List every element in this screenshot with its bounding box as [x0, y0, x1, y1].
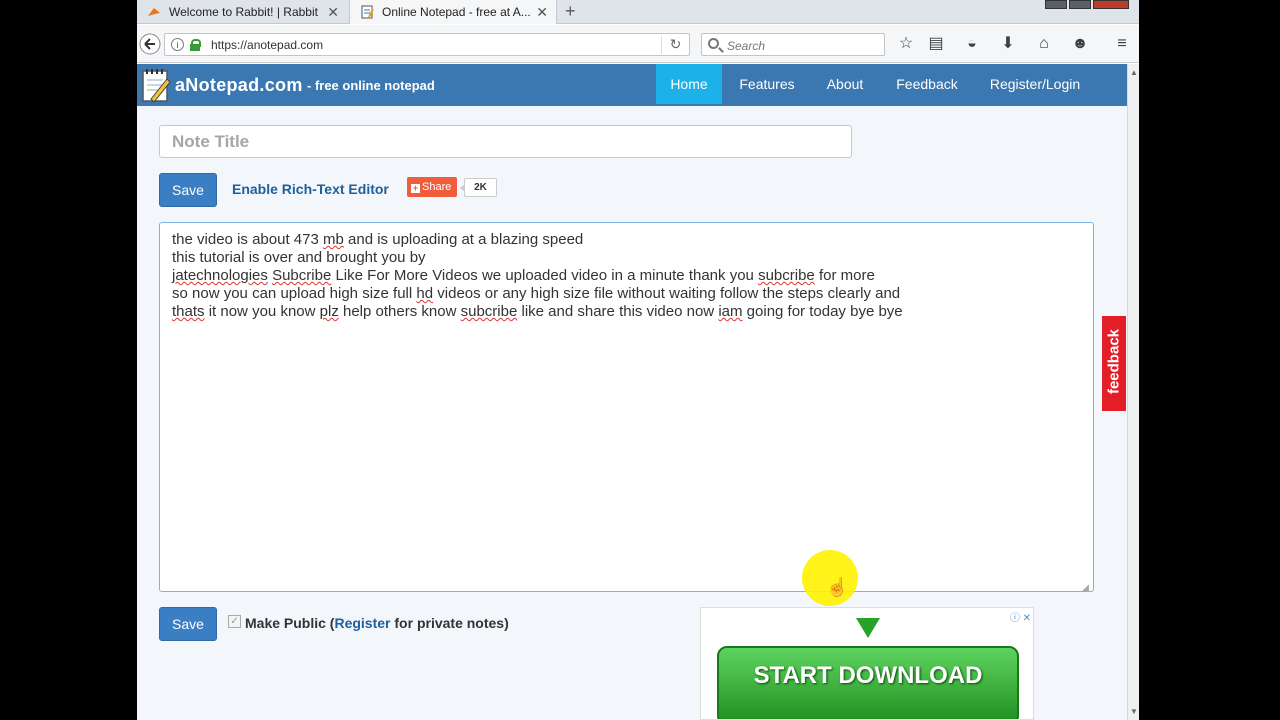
close-tab-icon[interactable]: ✕ [536, 4, 548, 21]
site-tagline: - free online notepad [307, 78, 435, 93]
bookmark-star-icon[interactable]: ☆ [895, 33, 917, 55]
scroll-up-icon[interactable]: ▲ [1130, 68, 1138, 77]
maximize-button[interactable] [1069, 0, 1091, 9]
save-button[interactable]: Save [159, 173, 217, 207]
tab-online-notepad[interactable]: Online Notepad - free at A... ✕ [349, 0, 557, 24]
search-placeholder: Search [727, 39, 766, 53]
rabbit-favicon-icon [147, 5, 161, 19]
close-window-button[interactable] [1093, 0, 1129, 9]
pocket-icon[interactable]: ◒ [961, 33, 983, 55]
hamburger-menu-icon[interactable]: ≡ [1111, 33, 1133, 55]
info-icon[interactable]: i [171, 38, 184, 51]
window-controls [1045, 0, 1129, 10]
site-logo[interactable]: aNotepad.com [175, 75, 303, 96]
tab-rabbit[interactable]: Welcome to Rabbit! | Rabbit ✕ [137, 0, 347, 24]
note-line: jatechnologies Subcribe Like For More Vi… [172, 267, 875, 284]
scroll-down-icon[interactable]: ▼ [1130, 707, 1138, 716]
nav-about[interactable]: About [817, 64, 873, 104]
share-label: Share [422, 181, 452, 193]
new-tab-icon[interactable]: + [565, 1, 576, 22]
notepad-logo-icon[interactable] [141, 67, 171, 103]
search-box[interactable]: Search [701, 33, 885, 56]
vertical-scrollbar[interactable]: ▲ ▼ [1127, 64, 1139, 720]
enable-rich-text-link[interactable]: Enable Rich-Text Editor [232, 181, 389, 197]
feedback-side-tab[interactable]: feedback [1102, 316, 1126, 411]
nav-feedback[interactable]: Feedback [885, 64, 969, 104]
lock-icon [190, 39, 201, 51]
chat-icon[interactable]: ☻ [1069, 33, 1091, 55]
save-button-bottom[interactable]: Save [159, 607, 217, 641]
reading-list-icon[interactable]: ▤ [925, 33, 947, 55]
downloads-icon[interactable]: ⬇ [997, 33, 1019, 55]
site-header: aNotepad.com - free online notepad Home … [137, 64, 1127, 106]
url-text[interactable]: https://anotepad.com [211, 38, 323, 52]
home-icon[interactable]: ⌂ [1033, 33, 1055, 55]
browser-window: Welcome to Rabbit! | Rabbit ✕ Online Not… [137, 0, 1139, 720]
nav-features[interactable]: Features [729, 64, 805, 104]
note-line: so now you can upload high size full hd … [172, 285, 901, 302]
tab-title: Welcome to Rabbit! | Rabbit [169, 5, 318, 19]
minimize-button[interactable] [1045, 0, 1067, 9]
hand-cursor-icon: ☝ [826, 577, 849, 597]
ad-down-arrow-icon [856, 618, 880, 638]
resize-handle-icon[interactable]: ◢ [1082, 582, 1089, 593]
note-textarea[interactable]: the video is about 473 mb and is uploadi… [159, 222, 1094, 592]
note-line: thats it now you know plz help others kn… [172, 303, 903, 320]
nav-register-login[interactable]: Register/Login [980, 64, 1090, 104]
notepad-favicon-icon [360, 5, 374, 19]
note-line: the video is about 473 mb and is uploadi… [172, 231, 584, 248]
ad-close-icon[interactable]: ⓘ ✕ [1010, 609, 1031, 624]
navigation-bar: i https://anotepad.com ↻ Search ☆ ▤ ◒ ⬇ … [137, 25, 1139, 63]
share-count: 2K [460, 178, 497, 197]
share-button[interactable]: + Share [407, 177, 457, 197]
make-public-label: Make Public (Register for private notes) [245, 615, 509, 631]
register-link[interactable]: Register [334, 615, 390, 631]
note-title-input[interactable] [159, 125, 852, 158]
back-arrow-icon[interactable] [139, 33, 161, 55]
note-line: this tutorial is over and brought you by [172, 249, 426, 266]
page-content: aNotepad.com - free online notepad Home … [137, 64, 1127, 720]
reload-icon[interactable]: ↻ [661, 36, 689, 54]
search-icon [708, 38, 719, 49]
ad-start-download-button[interactable]: START DOWNLOAD [717, 646, 1019, 719]
url-bar[interactable]: i https://anotepad.com ↻ [164, 33, 690, 56]
make-public-checkbox[interactable]: ✓ [228, 615, 241, 628]
nav-home[interactable]: Home [656, 64, 722, 104]
tab-strip: Welcome to Rabbit! | Rabbit ✕ Online Not… [137, 0, 1139, 24]
close-tab-icon[interactable]: ✕ [327, 4, 339, 21]
tab-title: Online Notepad - free at A... [382, 5, 531, 19]
advertisement[interactable]: ⓘ ✕ START DOWNLOAD [700, 607, 1034, 720]
plus-icon: + [411, 183, 420, 193]
